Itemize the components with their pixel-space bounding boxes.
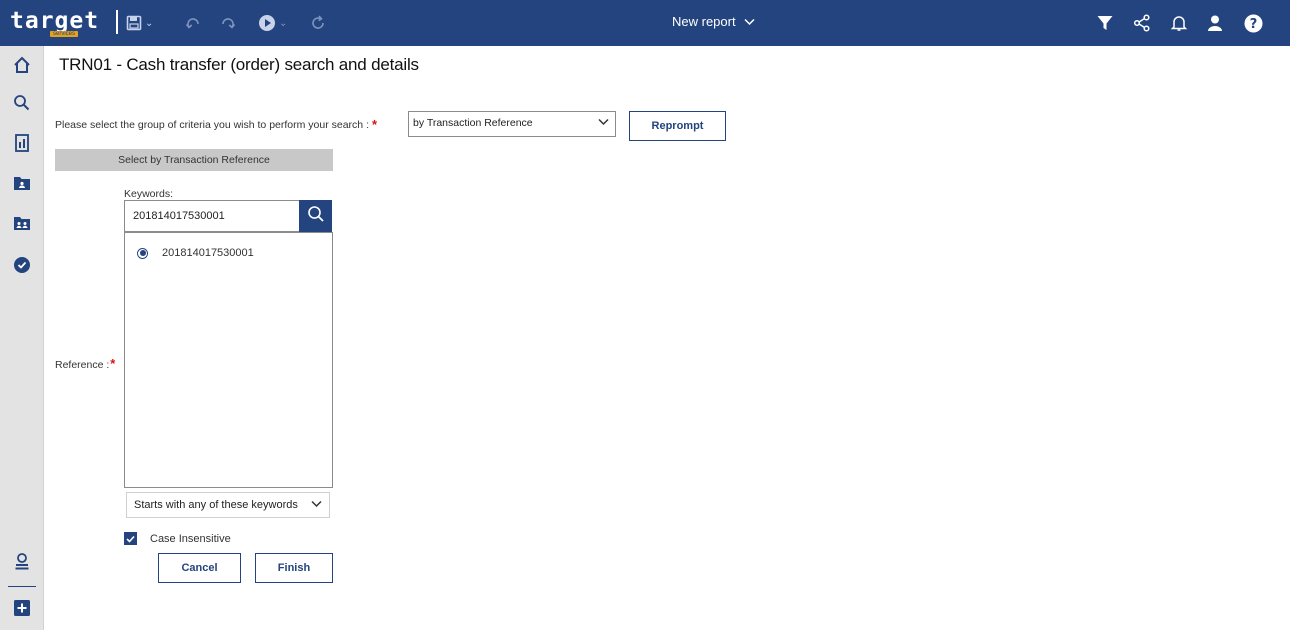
filter-button[interactable] [1096, 13, 1114, 33]
finish-button[interactable]: Finish [255, 553, 333, 583]
case-insensitive-checkbox[interactable] [124, 532, 137, 545]
schedule-icon [13, 256, 31, 279]
shared-content-button[interactable] [0, 210, 44, 240]
cancel-button[interactable]: Cancel [158, 553, 241, 583]
schedule-button[interactable] [0, 252, 44, 282]
my-account-button[interactable] [0, 548, 44, 578]
chevron-down-icon [744, 14, 755, 29]
report-title: New report [672, 14, 736, 29]
keywords-input[interactable]: 201814017530001 [124, 200, 299, 232]
logo-subtext: services [50, 31, 79, 37]
team-content-button[interactable] [0, 170, 44, 200]
keyword-search-button[interactable] [299, 200, 332, 232]
search-results-list[interactable]: 201814017530001 [124, 232, 333, 488]
refresh-button[interactable] [310, 13, 326, 33]
rail-divider [8, 586, 36, 587]
chevron-down-icon: ⌄ [145, 17, 154, 29]
reference-label: Reference : * [55, 356, 118, 371]
match-mode-select[interactable]: Starts with any of these keywords [126, 492, 330, 518]
criteria-prompt: Please select the group of criteria you … [55, 117, 380, 132]
chevron-down-icon [598, 117, 609, 129]
chevron-down-icon: ⌄ [279, 17, 288, 29]
new-button[interactable] [0, 595, 44, 625]
user-icon [1206, 14, 1224, 32]
section-header: Select by Transaction Reference [55, 149, 333, 171]
search-icon [13, 94, 31, 117]
reports-nav-button[interactable] [0, 130, 44, 160]
share-icon [1133, 14, 1151, 32]
save-icon [126, 15, 142, 31]
page-title: TRN01 - Cash transfer (order) search and… [59, 55, 419, 74]
undo-icon [185, 15, 201, 31]
required-marker: * [110, 356, 116, 371]
save-button[interactable]: ⌄ [126, 13, 153, 33]
criteria-group-select[interactable]: by Transaction Reference [408, 111, 616, 137]
left-navigation-rail [0, 46, 44, 630]
share-button[interactable] [1133, 13, 1151, 33]
add-icon [14, 599, 30, 621]
notifications-button[interactable] [1170, 13, 1188, 33]
criteria-selected-value: by Transaction Reference [413, 117, 533, 129]
target-logo: target services [10, 6, 120, 40]
case-insensitive-option[interactable]: Case Insensitive [124, 532, 231, 545]
criteria-label: Please select the group of criteria you … [55, 118, 369, 131]
required-marker: * [371, 117, 378, 132]
case-insensitive-label: Case Insensitive [150, 532, 231, 545]
undo-button[interactable] [185, 13, 201, 33]
result-radio[interactable] [137, 247, 148, 259]
reprompt-button[interactable]: Reprompt [629, 111, 726, 141]
report-title-menu[interactable]: New report [672, 14, 755, 29]
result-item[interactable]: 201814017530001 [137, 247, 254, 259]
keywords-label: Keywords: [124, 188, 174, 200]
user-button[interactable] [1206, 13, 1224, 33]
team-folder-icon [13, 175, 31, 196]
run-icon [258, 14, 276, 32]
svg-text:?: ? [1250, 17, 1258, 32]
reference-label-text: Reference : [55, 359, 110, 371]
shared-folder-icon [13, 215, 31, 236]
filter-icon [1096, 14, 1114, 32]
result-label: 201814017530001 [162, 247, 254, 259]
help-icon: ? [1244, 14, 1263, 33]
home-icon [13, 56, 31, 79]
report-icon [14, 133, 30, 157]
search-nav-button[interactable] [0, 90, 44, 120]
run-button[interactable]: ⌄ [258, 13, 287, 33]
redo-button[interactable] [220, 13, 236, 33]
refresh-icon [310, 15, 326, 31]
bell-icon [1170, 14, 1188, 32]
redo-icon [220, 15, 236, 31]
logo-divider [116, 10, 118, 34]
chevron-down-icon [311, 499, 322, 511]
help-button[interactable]: ? [1244, 13, 1263, 33]
home-button[interactable] [0, 52, 44, 82]
top-bar: target services ⌄ ⌄ New report ? [0, 0, 1290, 46]
account-icon [13, 552, 31, 575]
search-icon [307, 205, 325, 228]
match-mode-value: Starts with any of these keywords [134, 499, 298, 511]
